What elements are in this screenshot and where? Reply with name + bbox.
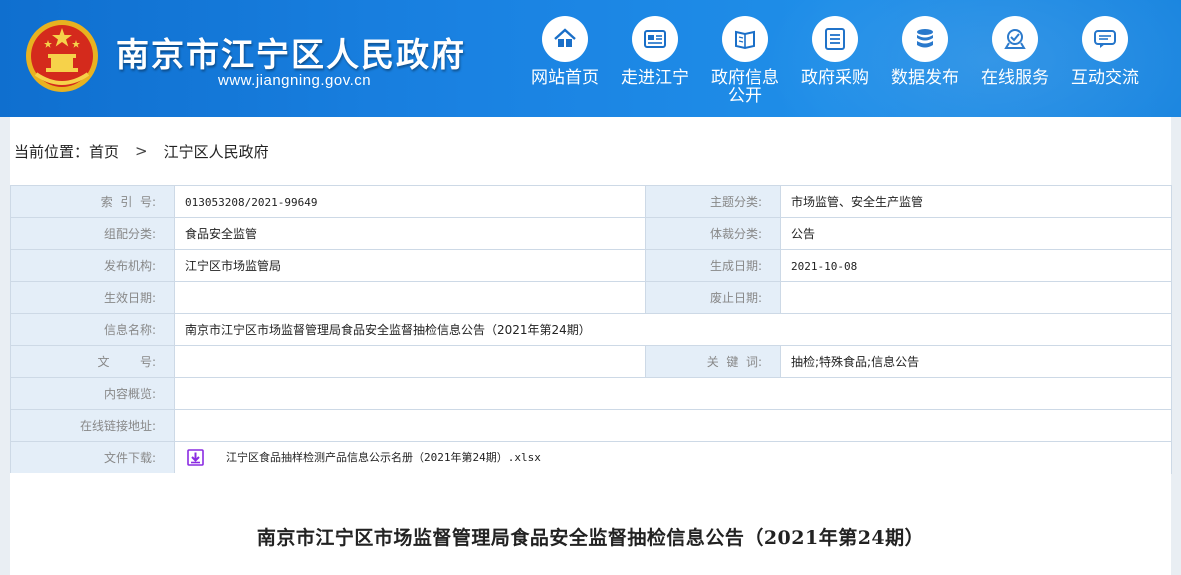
docno-label: 文 号:: [10, 345, 175, 378]
newspaper-icon: [632, 16, 678, 62]
created-label: 生成日期:: [645, 249, 781, 282]
expire-label: 废止日期:: [645, 281, 781, 314]
effective-value: [174, 281, 646, 314]
breadcrumb-prefix: 当前位置：: [14, 142, 90, 161]
nav-label: 政府采购: [801, 68, 869, 88]
index-value: 013053208/2021-99649: [174, 185, 646, 218]
download-file-name: 江宁区食品抽样检测产品信息公示名册（2021年第24期）.xlsx: [226, 451, 541, 464]
nav-label: 网站首页: [531, 68, 599, 88]
download-file-link[interactable]: 江宁区食品抽样检测产品信息公示名册（2021年第24期）.xlsx: [226, 450, 541, 464]
name-label: 信息名称:: [10, 313, 175, 346]
book-icon: [722, 16, 768, 62]
group-value: 食品安全监管: [174, 217, 646, 250]
topic-label: 主题分类:: [645, 185, 781, 218]
name-value: 南京市江宁区市场监督管理局食品安全监督抽检信息公告（2021年第24期）: [174, 313, 1172, 346]
site-domain: www.jiangning.gov.cn: [218, 72, 372, 89]
home-icon: [542, 16, 588, 62]
breadcrumb-separator: >: [135, 142, 148, 160]
genre-value: 公告: [780, 217, 1172, 250]
database-icon: [902, 16, 948, 62]
effective-label: 生效日期:: [10, 281, 175, 314]
breadcrumb-home-link[interactable]: 首页: [89, 141, 119, 162]
nav-item-gov-info[interactable]: 政府信息公开: [703, 16, 787, 105]
overview-value: [174, 377, 1172, 410]
publisher-label: 发布机构:: [10, 249, 175, 282]
table-row: 发布机构: 江宁区市场监管局 生成日期: 2021-10-08: [10, 249, 1172, 282]
overview-label: 内容概览:: [10, 377, 175, 410]
publisher-value: 江宁区市场监管局: [174, 249, 646, 282]
created-value: 2021-10-08: [780, 249, 1172, 282]
service-icon: [992, 16, 1038, 62]
nav-item-service[interactable]: 在线服务: [973, 16, 1057, 87]
table-row: 文 号: 关 键 词: 抽检;特殊食品;信息公告: [10, 345, 1172, 378]
nav-item-data[interactable]: 数据发布: [883, 16, 967, 87]
keywords-label: 关 键 词:: [645, 345, 781, 378]
expire-value: [780, 281, 1172, 314]
table-row: 生效日期: 废止日期:: [10, 281, 1172, 314]
link-value: [174, 409, 1172, 442]
nav-label: 互动交流: [1071, 68, 1139, 88]
article-title: 南京市江宁区市场监督管理局食品安全监督抽检信息公告（2021年第24期）: [256, 527, 925, 549]
group-label: 组配分类:: [10, 217, 175, 250]
table-row: 组配分类: 食品安全监管 体裁分类: 公告: [10, 217, 1172, 250]
site-header: 南京市江宁区人民政府 www.jiangning.gov.cn 网站首页 走进江…: [0, 0, 1181, 117]
genre-label: 体裁分类:: [645, 217, 781, 250]
breadcrumb-current-link[interactable]: 江宁区人民政府: [164, 141, 269, 162]
breadcrumb: 当前位置： 首页 > 江宁区人民政府: [10, 117, 1171, 185]
download-icon[interactable]: [187, 449, 204, 466]
table-row: 文件下载: 江宁区食品抽样检测产品信息公示名册（2021年第24期）.xlsx: [10, 441, 1172, 474]
link-label: 在线链接地址:: [10, 409, 175, 442]
article-body: 南京市江宁区市场监督管理局食品安全监督抽检信息公告（2021年第24期）: [10, 473, 1171, 575]
created-date: 2021-10-08: [791, 259, 858, 273]
national-emblem-icon[interactable]: [24, 18, 100, 94]
chat-icon: [1082, 16, 1128, 62]
docno-value: [174, 345, 646, 378]
nav-label: 数据发布: [891, 68, 959, 88]
index-number: 013053208/2021-99649: [185, 195, 318, 209]
nav-item-home[interactable]: 网站首页: [523, 16, 607, 87]
nav-label: 走进江宁: [621, 68, 689, 88]
metadata-table: 索 引 号: 013053208/2021-99649 主题分类: 市场监管、安…: [10, 185, 1172, 474]
nav-label: 政府信息公开: [711, 68, 779, 106]
index-label: 索 引 号:: [10, 185, 175, 218]
table-row: 信息名称: 南京市江宁区市场监督管理局食品安全监督抽检信息公告（2021年第24…: [10, 313, 1172, 346]
topic-value: 市场监管、安全生产监管: [780, 185, 1172, 218]
download-cell: 江宁区食品抽样检测产品信息公示名册（2021年第24期）.xlsx: [174, 441, 1172, 474]
table-row: 内容概览:: [10, 377, 1172, 410]
list-icon: [812, 16, 858, 62]
nav-item-procurement[interactable]: 政府采购: [793, 16, 877, 87]
table-row: 在线链接地址:: [10, 409, 1172, 442]
site-title[interactable]: 南京市江宁区人民政府: [116, 28, 466, 76]
nav-item-about[interactable]: 走进江宁: [613, 16, 697, 87]
table-row: 索 引 号: 013053208/2021-99649 主题分类: 市场监管、安…: [10, 185, 1172, 218]
keywords-value: 抽检;特殊食品;信息公告: [780, 345, 1172, 378]
nav-item-interaction[interactable]: 互动交流: [1063, 16, 1147, 87]
download-label: 文件下载:: [10, 441, 175, 474]
nav-label: 在线服务: [981, 68, 1049, 88]
